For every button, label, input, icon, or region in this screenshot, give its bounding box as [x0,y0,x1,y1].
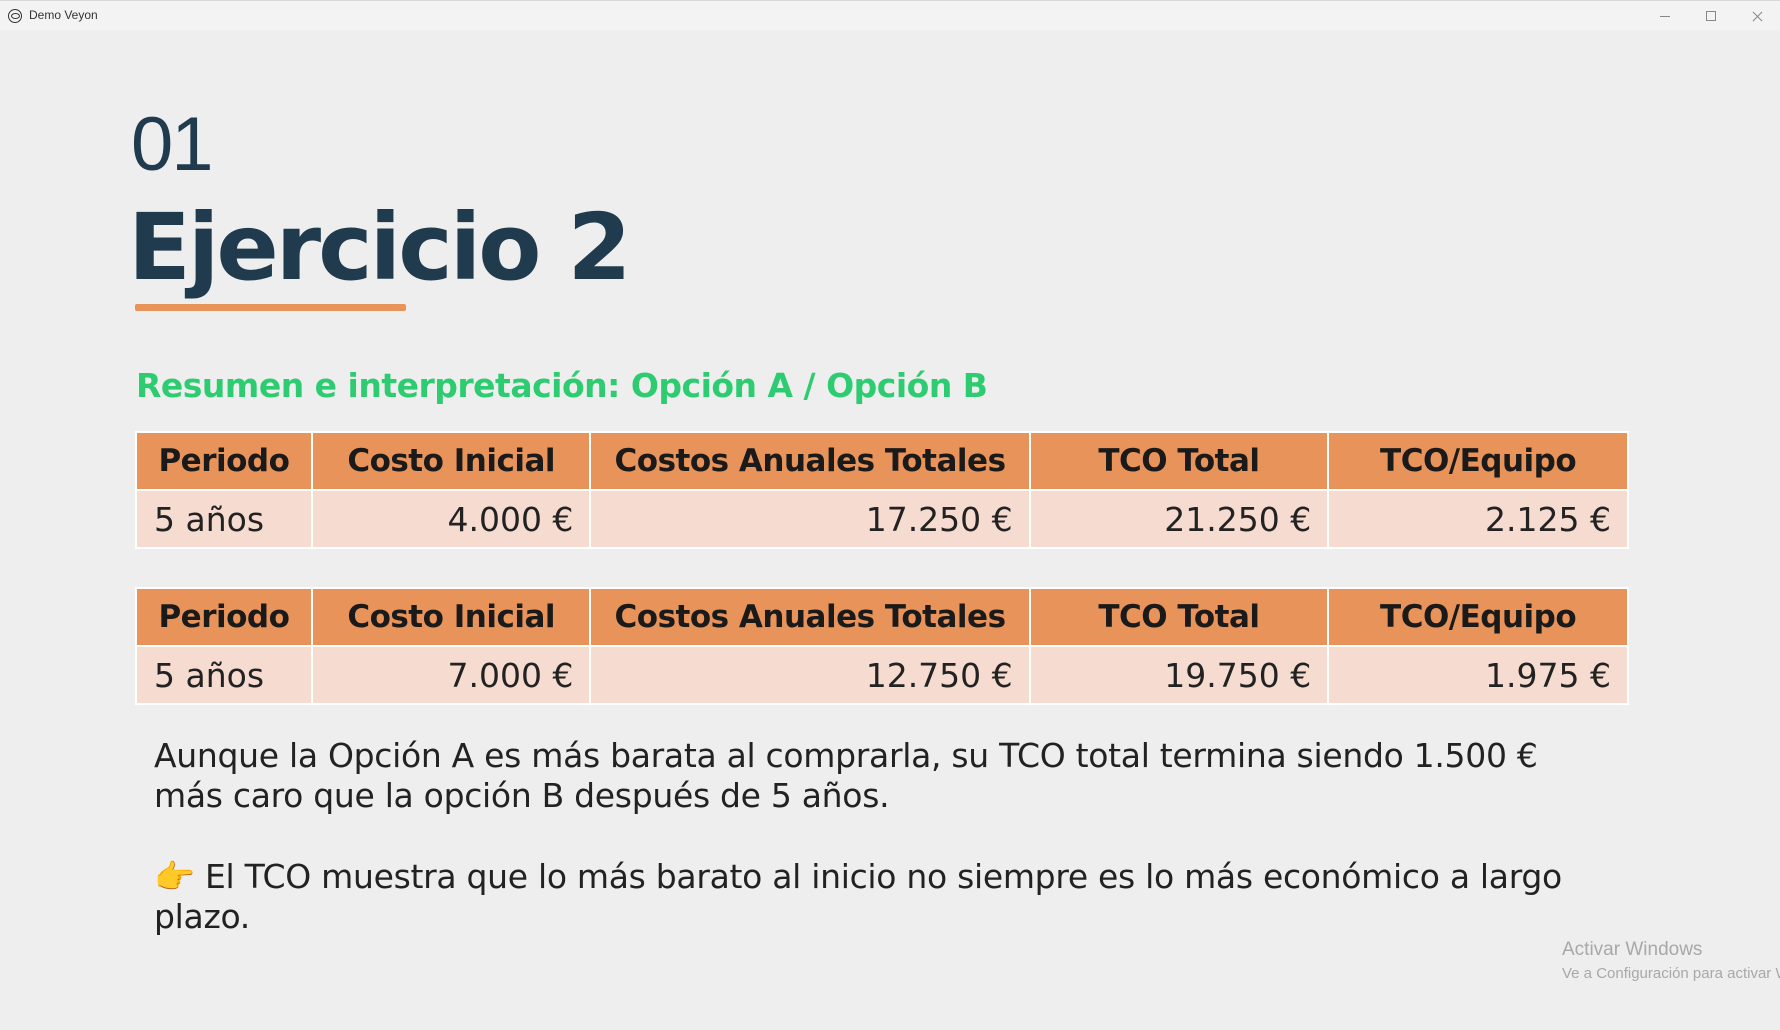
table-header-cell: TCO Total [1028,431,1330,491]
pointing-hand-icon: 👉 [154,857,195,896]
windows-activation-watermark: Activar Windows Ve a Configuración para … [1562,939,1780,982]
tco-table-option-a: Periodo Costo Inicial Costos Anuales Tot… [135,431,1629,549]
minimize-button[interactable] [1642,1,1688,31]
table-header-cell: Costo Inicial [310,431,592,491]
window-titlebar: Demo Veyon [0,0,1780,30]
table-header-cell: Costos Anuales Totales [589,587,1031,647]
close-button[interactable] [1734,1,1780,31]
conclusion-text: El TCO muestra que lo más barato al inic… [154,857,1562,936]
table-cell-period: 5 años [135,489,313,549]
table-cell-tco-total: 19.750 € [1028,645,1330,705]
table-header-cell: TCO Total [1028,587,1330,647]
table-cell-tco-per-device: 2.125 € [1327,489,1629,549]
table-header-row: Periodo Costo Inicial Costos Anuales Tot… [135,587,1629,647]
table-row: 5 años 4.000 € 17.250 € 21.250 € 2.125 € [135,489,1629,549]
watermark-line1: Activar Windows [1562,939,1703,960]
slide-subtitle: Resumen e interpretación: Opción A / Opc… [136,366,988,405]
table-cell-annual-costs: 12.750 € [589,645,1031,705]
table-header-cell: Periodo [135,431,313,491]
title-underline [135,304,406,311]
table-cell-annual-costs: 17.250 € [589,489,1031,549]
table-header-row: Periodo Costo Inicial Costos Anuales Tot… [135,431,1629,491]
table-cell-initial-cost: 4.000 € [310,489,592,549]
table-cell-tco-per-device: 1.975 € [1327,645,1629,705]
table-row: 5 años 7.000 € 12.750 € 19.750 € 1.975 € [135,645,1629,705]
table-header-cell: TCO/Equipo [1327,587,1629,647]
interpretation-paragraph: Aunque la Opción A es más barata al comp… [154,736,1538,815]
close-icon [1752,11,1763,22]
table-cell-initial-cost: 7.000 € [310,645,592,705]
table-header-cell: TCO/Equipo [1327,431,1629,491]
table-cell-tco-total: 21.250 € [1028,489,1330,549]
conclusion-paragraph: 👉 El TCO muestra que lo más barato al in… [154,857,1614,937]
table-header-cell: Periodo [135,587,313,647]
minimize-icon [1660,15,1670,17]
table-header-cell: Costo Inicial [310,587,592,647]
table-cell-period: 5 años [135,645,313,705]
watermark-line2: Ve a Configuración para activar W [1562,965,1780,982]
window-title: Demo Veyon [29,8,98,22]
maximize-button[interactable] [1688,1,1734,31]
slide-number: 01 [131,102,214,187]
tco-table-option-b: Periodo Costo Inicial Costos Anuales Tot… [135,587,1629,705]
maximize-icon [1706,11,1716,21]
veyon-eye-icon [8,9,22,23]
slide-title: Ejercicio 2 [128,194,632,301]
table-header-cell: Costos Anuales Totales [589,431,1031,491]
